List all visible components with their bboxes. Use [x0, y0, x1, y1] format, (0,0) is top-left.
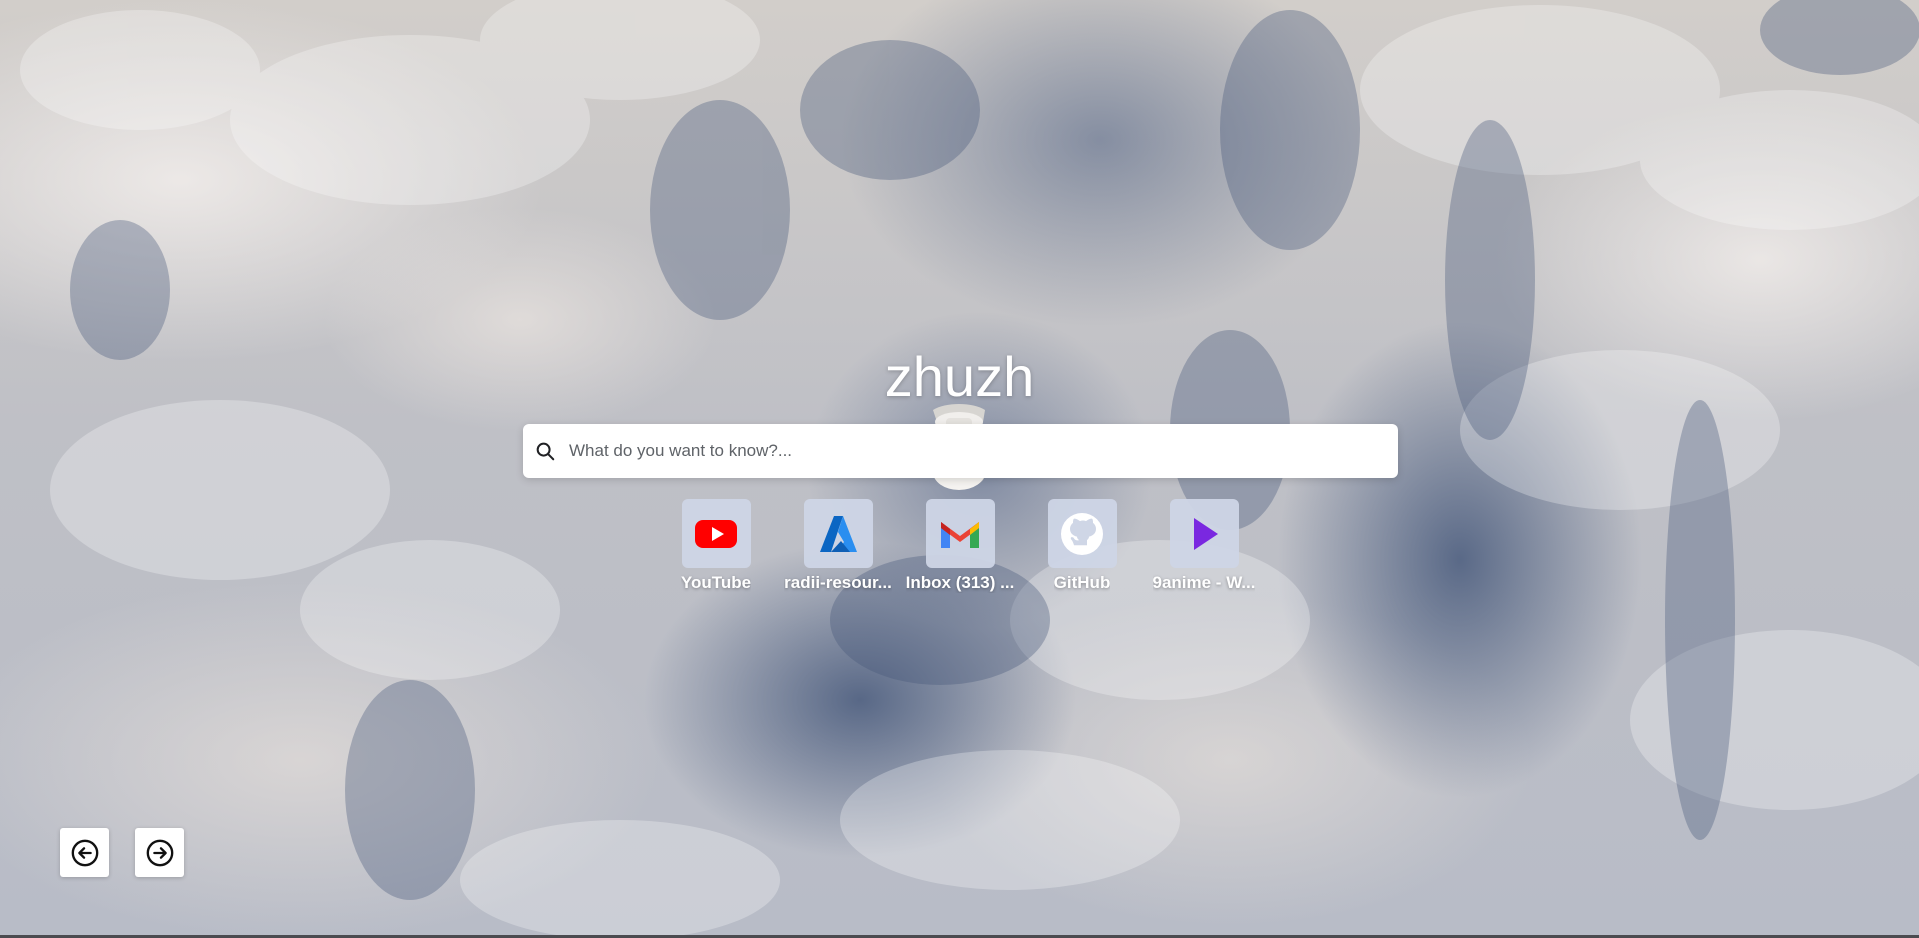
shortcut-tile-9anime[interactable] [1169, 499, 1239, 568]
shortcut-tile-gmail[interactable] [925, 499, 995, 568]
gmail-icon [941, 521, 979, 548]
azure-icon [820, 515, 857, 552]
shortcut-tile-github[interactable] [1047, 499, 1117, 568]
arrow-right-circle-icon [146, 839, 173, 866]
shortcut-azure[interactable]: radii-resour... [777, 499, 899, 595]
shortcut-tile-azure[interactable] [803, 499, 873, 568]
shortcut-github[interactable]: GitHub [1021, 499, 1143, 595]
search-bar[interactable] [523, 424, 1398, 478]
play-icon [1194, 517, 1218, 550]
page-title: zhuzh [884, 345, 1035, 408]
search-input[interactable] [567, 424, 1398, 478]
shortcut-label-github: GitHub [1053, 573, 1111, 592]
shortcut-list: YouTube radii-resour... Inbox (313) ... [655, 499, 1265, 595]
shortcut-gmail[interactable]: Inbox (313) ... [899, 499, 1021, 595]
github-icon [1061, 512, 1103, 555]
youtube-icon [695, 519, 737, 548]
shortcut-tile-youtube[interactable] [681, 499, 751, 568]
shortcut-youtube[interactable]: YouTube [655, 499, 777, 595]
shortcut-9anime[interactable]: 9anime - W... [1143, 499, 1265, 595]
shortcut-label-youtube: YouTube [680, 573, 752, 592]
next-background-button[interactable] [135, 828, 184, 877]
previous-background-button[interactable] [60, 828, 109, 877]
search-icon [533, 439, 557, 463]
shortcut-label-azure: radii-resour... [784, 573, 892, 592]
shortcut-label-gmail: Inbox (313) ... [905, 573, 1015, 592]
arrow-left-circle-icon [71, 839, 98, 866]
shortcut-label-9anime: 9anime - W... [1152, 573, 1256, 592]
